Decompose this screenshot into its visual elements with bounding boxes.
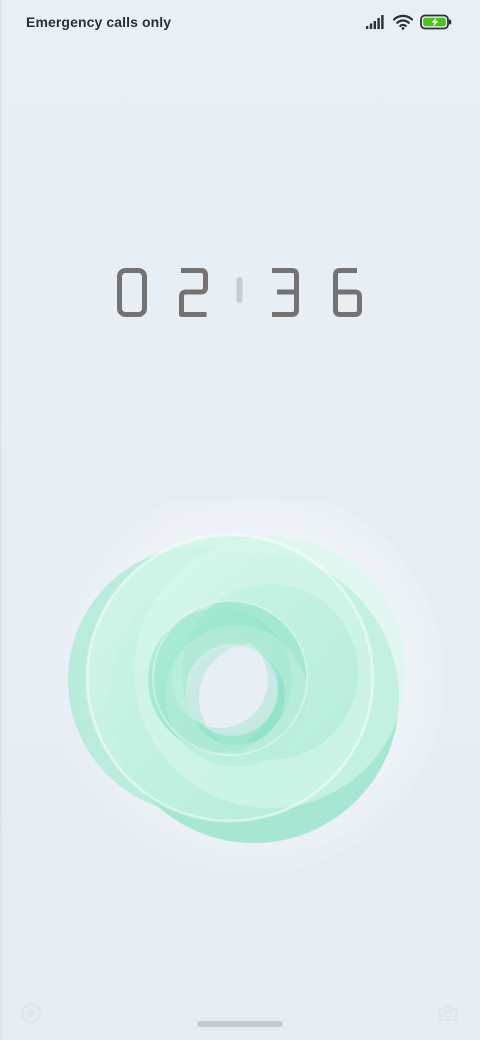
clock-digit-minute-ones — [333, 268, 362, 317]
screen-edge — [0, 0, 2, 1040]
carrier-status-text: Emergency calls only — [26, 14, 172, 30]
battery-charging-icon — [420, 14, 452, 30]
signal-bars-icon — [366, 15, 386, 29]
wifi-icon — [393, 14, 413, 30]
clock-separator — [236, 277, 243, 303]
camera-icon[interactable] — [437, 1002, 459, 1024]
clock-digits — [117, 268, 362, 317]
glowing-rings-artwork — [40, 485, 460, 880]
clock-digit-hour-ones — [179, 268, 208, 317]
status-bar: Emergency calls only — [0, 0, 480, 44]
clock-digit-hour-tens — [117, 268, 147, 317]
home-indicator[interactable] — [197, 1021, 283, 1027]
status-icons — [366, 12, 452, 32]
lock-screen-clock — [0, 262, 480, 324]
circle-button-icon[interactable] — [20, 1002, 42, 1024]
lock-screen: Emergency calls only — [0, 0, 480, 1040]
clock-digit-minute-tens — [272, 268, 299, 317]
